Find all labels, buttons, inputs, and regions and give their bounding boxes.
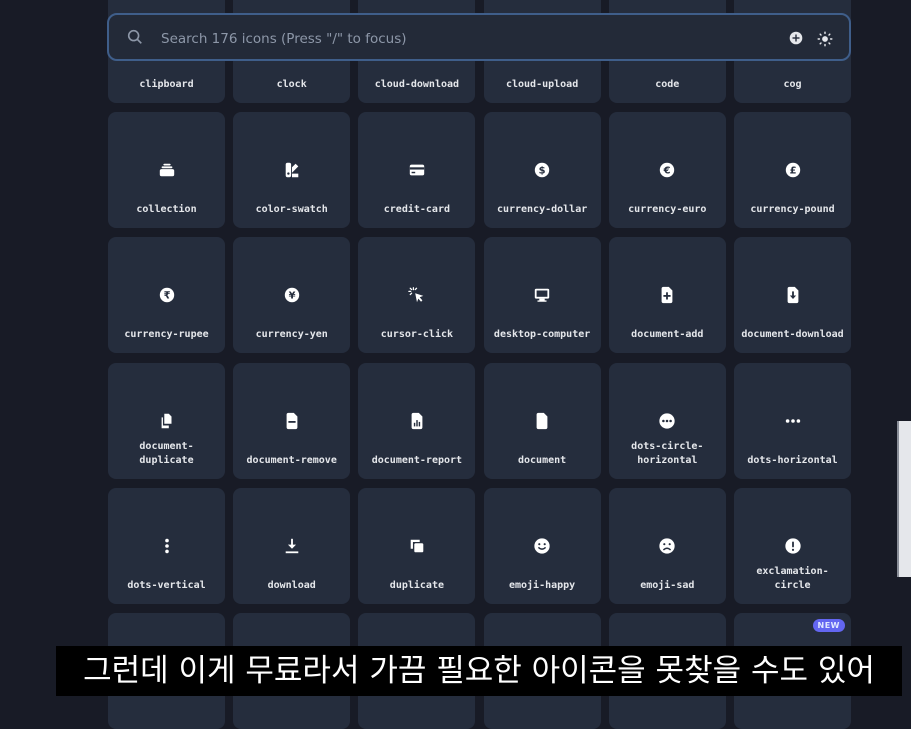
icon-card[interactable]: duplicate bbox=[358, 487, 476, 604]
icon-label: code bbox=[655, 79, 680, 90]
icon-card[interactable]: document-report bbox=[358, 362, 476, 479]
icon-label: document-download bbox=[741, 329, 844, 341]
icon-label: currency-yen bbox=[255, 329, 328, 341]
add-circle-icon[interactable] bbox=[789, 31, 803, 45]
icon-label: currency-pound bbox=[750, 204, 835, 216]
icon-label: exclamation- circle bbox=[756, 565, 829, 591]
icon-card[interactable]: document-download bbox=[734, 237, 851, 354]
svg-text:¥: ¥ bbox=[288, 291, 295, 302]
icon-label: cursor-click bbox=[380, 329, 454, 341]
icon-label: duplicate bbox=[389, 579, 444, 591]
document-add-icon bbox=[661, 287, 673, 304]
icon-card[interactable]: dots-circle- horizontal bbox=[608, 362, 726, 479]
icon-card[interactable]: exclamation- circle bbox=[734, 487, 851, 604]
document-remove-icon bbox=[286, 412, 298, 429]
window-edge bbox=[897, 421, 911, 577]
color-swatch-icon bbox=[285, 162, 298, 178]
duplicate-icon bbox=[410, 539, 424, 553]
currency-rupee-icon: ₹ bbox=[159, 288, 174, 303]
icon-label: dots-vertical bbox=[127, 579, 206, 591]
icon-label: credit-card bbox=[383, 204, 450, 216]
icon-card[interactable]: dots-horizontal bbox=[734, 362, 851, 479]
dots-vertical-icon bbox=[164, 538, 169, 553]
icon-label: cloud-upload bbox=[505, 79, 579, 90]
new-badge: NEW bbox=[812, 619, 845, 632]
currency-pound-icon: £ bbox=[785, 162, 800, 178]
icon-label: document-add bbox=[631, 329, 704, 341]
icon-label: document-report bbox=[371, 454, 463, 466]
svg-text:£: £ bbox=[789, 166, 796, 177]
icon-card[interactable]: emoji-happy bbox=[483, 487, 601, 604]
svg-text:₹: ₹ bbox=[163, 291, 170, 302]
icon-label: document- duplicate bbox=[139, 440, 194, 466]
currency-yen-icon: ¥ bbox=[284, 288, 299, 303]
dots-circle-horizontal-icon bbox=[659, 412, 675, 429]
icon-label: document bbox=[518, 454, 567, 466]
collection-icon bbox=[159, 163, 174, 177]
icon-card[interactable]: document- duplicate bbox=[108, 362, 225, 479]
icon-label: dots-horizontal bbox=[747, 454, 838, 466]
icon-card[interactable]: ₹ currency-rupee bbox=[108, 237, 225, 354]
icon-card[interactable]: $ currency-dollar bbox=[483, 112, 601, 229]
search-input[interactable] bbox=[159, 27, 763, 51]
document-report-icon bbox=[411, 412, 423, 429]
icon-card[interactable]: € currency-euro bbox=[608, 112, 726, 229]
document-duplicate-icon bbox=[161, 413, 171, 428]
icon-card[interactable]: dots-vertical bbox=[108, 487, 225, 604]
search-bar[interactable] bbox=[107, 13, 851, 61]
icon-label: clipboard bbox=[139, 79, 194, 90]
emoji-sad-icon bbox=[659, 538, 675, 554]
document-download-icon bbox=[787, 287, 798, 304]
icon-label: cloud-download bbox=[374, 79, 460, 90]
sun-icon[interactable] bbox=[817, 31, 833, 47]
subtitle-caption: 그런데 이게 무료라서 가끔 필요한 아이콘을 못찾을 수도 있어 bbox=[56, 646, 902, 696]
dots-horizontal-icon bbox=[785, 418, 800, 423]
icon-card[interactable]: emoji-sad bbox=[608, 487, 726, 604]
search-icon bbox=[127, 29, 142, 44]
document-icon bbox=[536, 412, 548, 429]
icon-label: clock bbox=[276, 79, 307, 90]
icon-card[interactable]: cursor-click bbox=[358, 237, 476, 354]
icon-card[interactable]: document-remove bbox=[233, 362, 351, 479]
icon-card[interactable]: ¥ currency-yen bbox=[233, 237, 351, 354]
icon-label: dots-circle- horizontal bbox=[631, 440, 704, 466]
icon-label: collection bbox=[136, 204, 197, 216]
icon-label: document-remove bbox=[246, 454, 337, 466]
icon-card[interactable]: color-swatch bbox=[233, 112, 351, 229]
icon-label: download bbox=[267, 579, 316, 591]
desktop-computer-icon bbox=[534, 289, 550, 303]
icon-card[interactable]: document bbox=[483, 362, 601, 479]
icon-label: cog bbox=[783, 79, 802, 90]
icon-label: color-swatch bbox=[255, 204, 328, 216]
exclamation-circle-icon bbox=[784, 538, 801, 554]
svg-text:€: € bbox=[663, 166, 671, 177]
icon-label: currency-euro bbox=[628, 204, 707, 216]
icon-label: currency-rupee bbox=[124, 329, 209, 341]
credit-card-icon bbox=[409, 164, 425, 176]
download-icon bbox=[285, 538, 298, 553]
currency-euro-icon: € bbox=[660, 162, 675, 178]
icon-label: emoji-happy bbox=[508, 579, 576, 591]
icon-card[interactable]: £ currency-pound bbox=[734, 112, 851, 229]
icon-card[interactable]: document-add bbox=[608, 237, 726, 354]
svg-text:$: $ bbox=[539, 166, 546, 177]
icon-card[interactable]: download bbox=[233, 487, 351, 604]
icon-label: currency-dollar bbox=[496, 204, 588, 216]
currency-dollar-icon: $ bbox=[534, 162, 550, 178]
icon-label: desktop-computer bbox=[493, 329, 591, 341]
icon-label: emoji-sad bbox=[640, 579, 695, 591]
icon-card[interactable]: credit-card bbox=[358, 112, 476, 229]
icon-card[interactable]: desktop-computer bbox=[483, 237, 601, 354]
emoji-happy-icon bbox=[534, 538, 550, 554]
icon-card[interactable]: collection bbox=[108, 112, 225, 229]
cursor-click-icon bbox=[408, 287, 424, 303]
